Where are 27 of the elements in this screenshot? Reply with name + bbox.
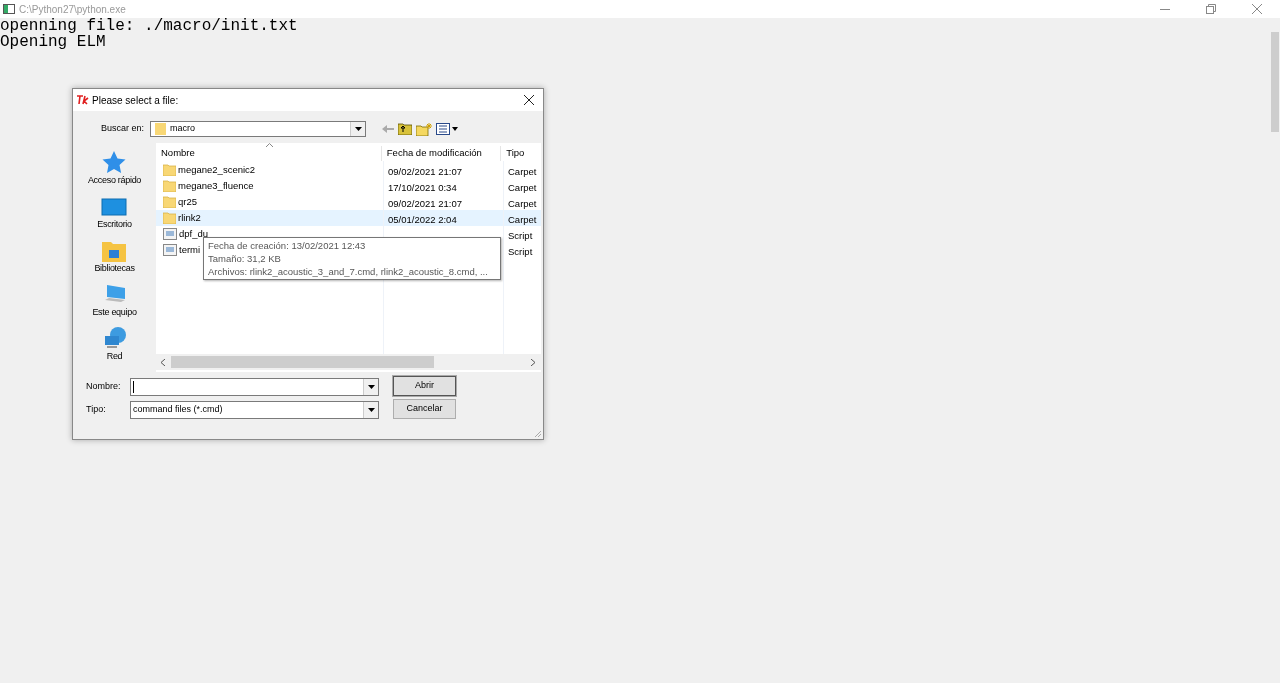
look-in-label: Buscar en: [99,122,145,136]
file-name: dpf_du [179,226,209,241]
file-name: megane2_scenic2 [178,162,256,177]
console-line: Opening ELM [0,34,107,50]
file-type: Script [508,230,533,241]
file-date: 09/02/2021 21:07 [388,198,462,209]
file-name: termi [179,242,201,257]
file-type: Script [508,246,533,257]
file-type: Carpet [508,214,537,225]
file-type: Carpet [508,182,537,193]
look-in-value: macro [170,122,196,136]
file-type: Carpet [508,166,537,177]
file-type: Carpet [508,198,537,209]
file-date: 09/02/2021 21:07 [388,166,462,177]
file-name: megane3_fluence [178,178,254,193]
file-date: 05/01/2022 2:04 [388,214,457,225]
dialog-title: Please select a file: [92,93,179,108]
file-name: rlink2 [178,210,201,225]
window-title: C:\Python27\python.exe [19,2,126,17]
tooltip-line: Fecha de creación: 13/02/2021 12:43 [208,239,367,252]
file-type-label: Tipo: [85,403,107,417]
filename-label: Nombre: [85,380,122,394]
file-name: qr25 [178,194,197,209]
console-line: openning file: ./macro/init.txt [0,18,298,34]
file-date: 17/10/2021 0:34 [388,182,457,193]
tooltip-line: Tamaño: 31,2 KB [208,252,282,265]
tooltip-line: Archivos: rlink2_acoustic_3_and_7.cmd, rlink2_acoustic_8.cmd, ... [208,265,489,278]
